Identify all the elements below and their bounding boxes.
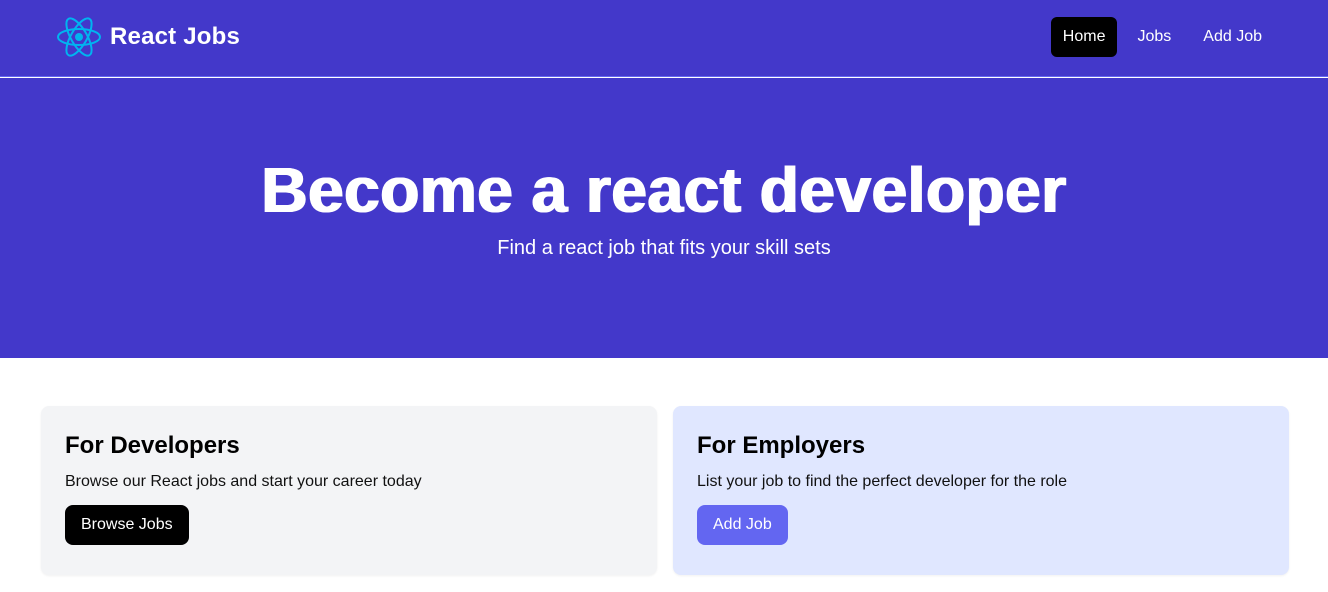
brand-name: React Jobs bbox=[110, 23, 241, 50]
employers-card-title: For Employers bbox=[697, 432, 866, 459]
hero-title: Become a react developer bbox=[261, 154, 1067, 226]
brand-link[interactable]: React Jobs bbox=[56, 15, 240, 59]
nav-link-add-job[interactable]: Add Job bbox=[1191, 17, 1274, 57]
hero-subtitle: Find a react job that fits your skill se… bbox=[497, 237, 831, 259]
nav-link-home[interactable]: Home bbox=[1050, 17, 1118, 57]
developers-card: For Developers Browse our React jobs and… bbox=[41, 406, 657, 575]
react-logo-icon bbox=[57, 17, 101, 57]
nav-links: Home Jobs Add Job bbox=[1043, 17, 1274, 57]
hero-section: Become a react developer Find a react jo… bbox=[0, 78, 1328, 358]
developers-card-title: For Developers bbox=[65, 432, 240, 459]
nav-link-jobs[interactable]: Jobs bbox=[1125, 17, 1183, 57]
employers-card-text: List your job to find the perfect develo… bbox=[697, 473, 1067, 490]
developers-card-text: Browse our React jobs and start your car… bbox=[65, 473, 422, 490]
add-job-button[interactable]: Add Job bbox=[697, 505, 788, 545]
browse-jobs-button[interactable]: Browse Jobs bbox=[65, 505, 189, 545]
employers-card: For Employers List your job to find the … bbox=[673, 406, 1289, 575]
navbar: React Jobs Home Jobs Add Job bbox=[0, 0, 1328, 77]
